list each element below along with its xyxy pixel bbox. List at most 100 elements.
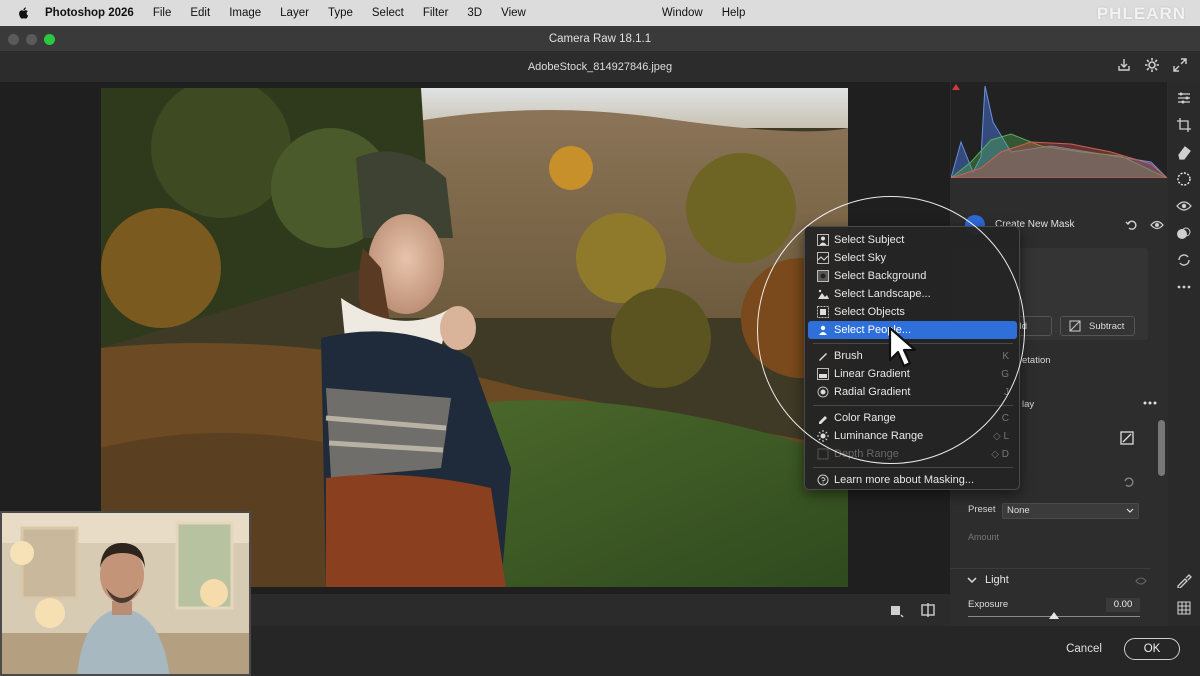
menu-edit[interactable]: Edit <box>190 7 210 19</box>
menu-layer[interactable]: Layer <box>280 7 309 19</box>
tool-strip <box>1168 82 1200 626</box>
menu-item-shortcut: G <box>1001 368 1009 380</box>
menu-item-label: Brush <box>834 350 863 362</box>
ok-button[interactable]: OK <box>1124 638 1180 660</box>
menu-type[interactable]: Type <box>328 7 353 19</box>
menu-item-select-background[interactable]: Select Background <box>808 267 1017 285</box>
objects-icon <box>817 306 829 318</box>
menu-filter[interactable]: Filter <box>423 7 449 19</box>
menu-item-select-sky[interactable]: Select Sky <box>808 249 1017 267</box>
menu-item-label: Color Range <box>834 412 896 424</box>
brush-icon <box>819 353 827 361</box>
menu-item-label: Luminance Range <box>834 430 924 442</box>
overlay-label: lay <box>1022 399 1035 410</box>
amount-label: Amount <box>968 532 1000 542</box>
menu-help[interactable]: Help <box>722 7 746 19</box>
people-icon <box>819 325 827 335</box>
menu-item-label: Select Landscape... <box>834 288 931 300</box>
gear-icon[interactable] <box>1144 57 1160 73</box>
luminance-range-icon <box>817 430 829 442</box>
menu-item-radial-gradient[interactable]: Radial Gradient J <box>808 383 1017 401</box>
cancel-button[interactable]: Cancel <box>1055 638 1113 660</box>
crop-icon[interactable] <box>1176 117 1192 133</box>
sync-icon[interactable] <box>1176 252 1192 268</box>
depth-range-icon <box>817 448 829 460</box>
phlearn-watermark: PHLEARN <box>1096 4 1186 23</box>
reset-settings-icon[interactable] <box>1122 475 1136 489</box>
exposure-value-field[interactable]: 0.00 <box>1106 598 1140 612</box>
menu-item-label: Select Objects <box>834 306 905 318</box>
preset-dropdown[interactable]: None <box>1002 503 1139 519</box>
sky-icon <box>817 252 829 264</box>
menu-select[interactable]: Select <box>372 7 404 19</box>
grid-icon[interactable] <box>1176 600 1192 616</box>
menu-item-select-objects[interactable]: Select Objects <box>808 303 1017 321</box>
color-range-icon <box>819 416 827 424</box>
apple-logo-icon[interactable] <box>17 6 31 20</box>
edit-sliders-icon[interactable] <box>1176 90 1192 106</box>
fullscreen-icon[interactable] <box>1172 57 1188 73</box>
menu-view[interactable]: View <box>501 7 526 19</box>
menu-item-label: Depth Range <box>834 448 899 460</box>
eyedropper-icon[interactable] <box>1176 572 1192 588</box>
exposure-label: Exposure <box>968 599 1009 610</box>
help-icon <box>817 474 829 486</box>
menu-item-shortcut: J <box>1004 386 1009 398</box>
subtract-button[interactable]: Subtract <box>1060 316 1135 336</box>
presets-icon[interactable] <box>1176 225 1192 241</box>
menu-item-label: Learn more about Masking... <box>834 474 975 486</box>
preset-value: None <box>1007 505 1030 516</box>
mouse-cursor-icon <box>888 326 917 368</box>
minimize-window-button[interactable] <box>26 34 37 45</box>
visibility-eye-icon[interactable] <box>1135 576 1147 586</box>
app-menu[interactable]: Photoshop 2026 <box>45 7 134 19</box>
zoom-fit-icon[interactable] <box>888 602 904 618</box>
chevron-down-icon <box>967 577 977 584</box>
menu-item-luminance-range[interactable]: Luminance Range ◇ L <box>808 427 1017 445</box>
menu-item-label: Radial Gradient <box>834 386 911 398</box>
close-window-button[interactable] <box>8 34 19 45</box>
panel-scrollbar[interactable] <box>1158 420 1165 476</box>
window-title: Camera Raw 18.1.1 <box>548 32 652 45</box>
before-after-icon[interactable] <box>920 602 936 618</box>
radial-gradient-icon <box>817 386 829 398</box>
menu-item-shortcut: ◇ L <box>992 430 1009 442</box>
more-tools-icon[interactable] <box>1176 279 1192 295</box>
menu-window[interactable]: Window <box>662 7 703 19</box>
zoom-window-button[interactable] <box>44 34 55 45</box>
preset-label: Preset <box>968 504 996 515</box>
instructor-webcam <box>0 511 251 676</box>
menu-file[interactable]: File <box>153 7 172 19</box>
menu-item-label: Select Sky <box>834 252 886 264</box>
window-controls <box>8 34 55 45</box>
save-image-icon[interactable] <box>1116 57 1132 73</box>
menu-item-learn-more[interactable]: Learn more about Masking... <box>808 471 1017 489</box>
red-eye-icon[interactable] <box>1176 198 1192 214</box>
reset-icon[interactable] <box>1125 218 1139 232</box>
menu-item-shortcut: C <box>1001 412 1009 424</box>
eraser-icon[interactable] <box>1176 144 1192 160</box>
menu-item-select-subject[interactable]: Select Subject <box>808 231 1017 249</box>
menu-item-select-landscape[interactable]: Select Landscape... <box>808 285 1017 303</box>
light-section-header[interactable]: Light <box>951 568 1151 592</box>
person-icon <box>817 234 829 246</box>
histogram <box>949 82 1169 179</box>
menu-item-shortcut: K <box>1002 350 1009 362</box>
menu-3d[interactable]: 3D <box>467 7 482 19</box>
menu-item-color-range[interactable]: Color Range C <box>808 409 1017 427</box>
more-options-icon[interactable] <box>1142 398 1158 408</box>
interpretation-label: etation <box>1022 355 1051 366</box>
exposure-slider-thumb[interactable] <box>1049 612 1059 619</box>
menu-item-label: Select Subject <box>834 234 905 246</box>
subtract-icon <box>1069 320 1081 332</box>
menu-image[interactable]: Image <box>229 7 261 19</box>
menu-separator <box>813 467 1013 468</box>
masking-icon[interactable] <box>1176 171 1192 187</box>
invert-mask-icon[interactable] <box>1119 430 1135 446</box>
eye-icon[interactable] <box>1150 218 1164 232</box>
background-icon <box>817 270 829 282</box>
menu-item-shortcut: ◇ D <box>991 448 1009 460</box>
light-label: Light <box>985 574 1009 586</box>
menu-separator <box>813 405 1013 406</box>
landscape-icon <box>818 289 829 299</box>
